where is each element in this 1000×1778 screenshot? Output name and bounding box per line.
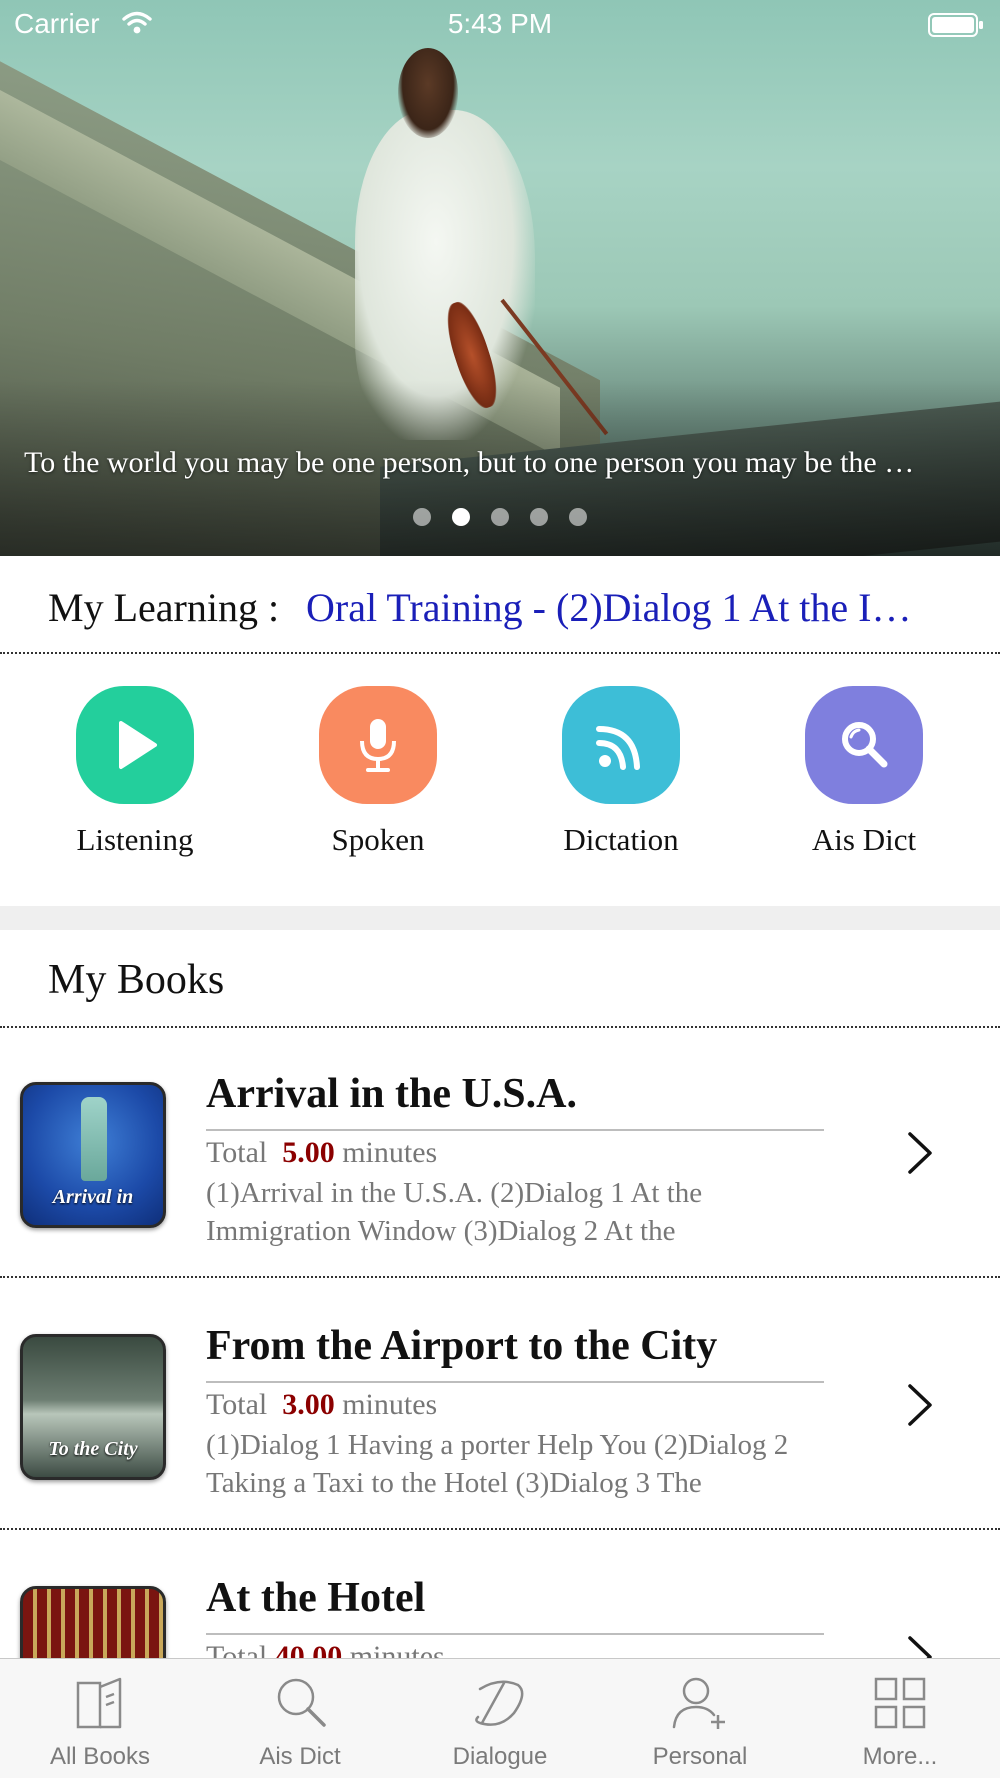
book-cover-caption: Arrival in bbox=[52, 1186, 134, 1208]
banner-caption: To the world you may be one person, but … bbox=[24, 446, 915, 479]
dictation-circle bbox=[562, 686, 680, 804]
book-minutes-suffix: minutes bbox=[342, 1388, 438, 1421]
book-description: (1)Dialog 1 Having a porter Help You (2)… bbox=[206, 1429, 789, 1499]
my-learning-label: My Learning : bbox=[48, 585, 280, 630]
grid-icon bbox=[874, 1677, 926, 1729]
book-divider bbox=[206, 1381, 824, 1383]
feature-label: Listening bbox=[76, 822, 194, 857]
tab-label: Personal bbox=[652, 1743, 748, 1770]
book-cover: To the City bbox=[20, 1334, 166, 1480]
play-icon bbox=[119, 721, 157, 769]
tab-dialogue[interactable]: Dialogue bbox=[400, 1659, 600, 1778]
feature-spoken-button[interactable]: Spoken bbox=[278, 686, 478, 858]
tab-label: Dialogue bbox=[452, 1743, 548, 1770]
rss-icon bbox=[596, 726, 640, 770]
book-minutes-suffix: minutes bbox=[342, 1136, 438, 1169]
feature-label: Dictation bbox=[563, 822, 679, 857]
book-row[interactable]: Arrival in Arrival in the U.S.A. Total 5… bbox=[0, 1028, 1000, 1278]
tab-bar: All Books Ais Dict Dialogue Personal Mor… bbox=[0, 1658, 1000, 1778]
feature-dictation-button[interactable]: Dictation bbox=[521, 686, 721, 858]
book-row[interactable]: To the City From the Airport to the City… bbox=[0, 1280, 1000, 1530]
carousel-dot[interactable] bbox=[530, 508, 548, 526]
tab-label: All Books bbox=[49, 1743, 151, 1770]
book-cover-caption: To the City bbox=[48, 1438, 138, 1460]
feature-label: Spoken bbox=[331, 822, 425, 857]
books-icon bbox=[76, 1677, 122, 1729]
tab-all-books[interactable]: All Books bbox=[0, 1659, 200, 1778]
microphone-icon bbox=[360, 719, 396, 772]
my-learning-link[interactable]: Oral Training - (2)Dialog 1 At the I… bbox=[306, 584, 946, 631]
ais-dict-circle bbox=[805, 686, 923, 804]
tab-label: More... bbox=[862, 1743, 938, 1770]
carousel-dot[interactable] bbox=[491, 508, 509, 526]
book-title: At the Hotel bbox=[206, 1575, 426, 1621]
book-total-prefix: Total bbox=[206, 1388, 268, 1421]
search-icon bbox=[842, 722, 888, 768]
my-books-header: My Books bbox=[0, 930, 1000, 1028]
book-title: Arrival in the U.S.A. bbox=[206, 1071, 577, 1117]
feature-ais-dict-button[interactable]: Ais Dict bbox=[764, 686, 964, 858]
book-title: From the Airport to the City bbox=[206, 1323, 718, 1369]
carousel-dots[interactable] bbox=[0, 508, 1000, 526]
person-add-icon bbox=[672, 1677, 725, 1729]
carousel-dot[interactable] bbox=[413, 508, 431, 526]
carousel-dot[interactable] bbox=[569, 508, 587, 526]
feature-label: Ais Dict bbox=[811, 822, 917, 857]
feature-listening-button[interactable]: Listening bbox=[35, 686, 235, 858]
statue-of-liberty-graphic bbox=[81, 1097, 107, 1181]
tab-ais-dict[interactable]: Ais Dict bbox=[200, 1659, 400, 1778]
book-divider bbox=[206, 1633, 824, 1635]
status-bar: Carrier 5:43 PM bbox=[0, 0, 1000, 50]
listening-circle bbox=[76, 686, 194, 804]
book-description: (1)Arrival in the U.S.A. (2)Dialog 1 At … bbox=[206, 1177, 703, 1247]
search-icon bbox=[277, 1678, 326, 1727]
book-duration: Total 3.00 minutes bbox=[206, 1388, 437, 1422]
battery-icon bbox=[928, 13, 983, 37]
section-divider bbox=[0, 906, 1000, 930]
book-minutes-value: 3.00 bbox=[282, 1388, 335, 1421]
book-row[interactable]: At the Hotel Total 40.00 minutes bbox=[0, 1532, 1000, 1662]
banner-carousel[interactable]: Carrier 5:43 PM To the world you may be … bbox=[0, 0, 1000, 556]
book-minutes-value: 5.00 bbox=[282, 1136, 335, 1169]
dialogue-icon bbox=[475, 1680, 524, 1726]
banner-figure-hair bbox=[398, 48, 458, 138]
my-books-title: My Books bbox=[48, 957, 225, 1003]
tab-more[interactable]: More... bbox=[800, 1659, 1000, 1778]
book-duration: Total 5.00 minutes bbox=[206, 1136, 437, 1170]
tab-personal[interactable]: Personal bbox=[600, 1659, 800, 1778]
my-learning-row[interactable]: My Learning : Oral Training - (2)Dialog … bbox=[0, 556, 1000, 654]
book-cover bbox=[20, 1586, 166, 1662]
feature-shortcuts: Listening Spoken Dictation Ais Dict bbox=[0, 656, 1000, 906]
status-time: 5:43 PM bbox=[447, 8, 553, 39]
tab-label: Ais Dict bbox=[259, 1743, 341, 1770]
book-divider bbox=[206, 1129, 824, 1131]
spoken-circle bbox=[319, 686, 437, 804]
chevron-right-icon[interactable] bbox=[900, 1128, 940, 1178]
book-cover: Arrival in bbox=[20, 1082, 166, 1228]
book-total-prefix: Total bbox=[206, 1136, 268, 1169]
carousel-dot-active[interactable] bbox=[452, 508, 470, 526]
chevron-right-icon[interactable] bbox=[900, 1380, 940, 1430]
